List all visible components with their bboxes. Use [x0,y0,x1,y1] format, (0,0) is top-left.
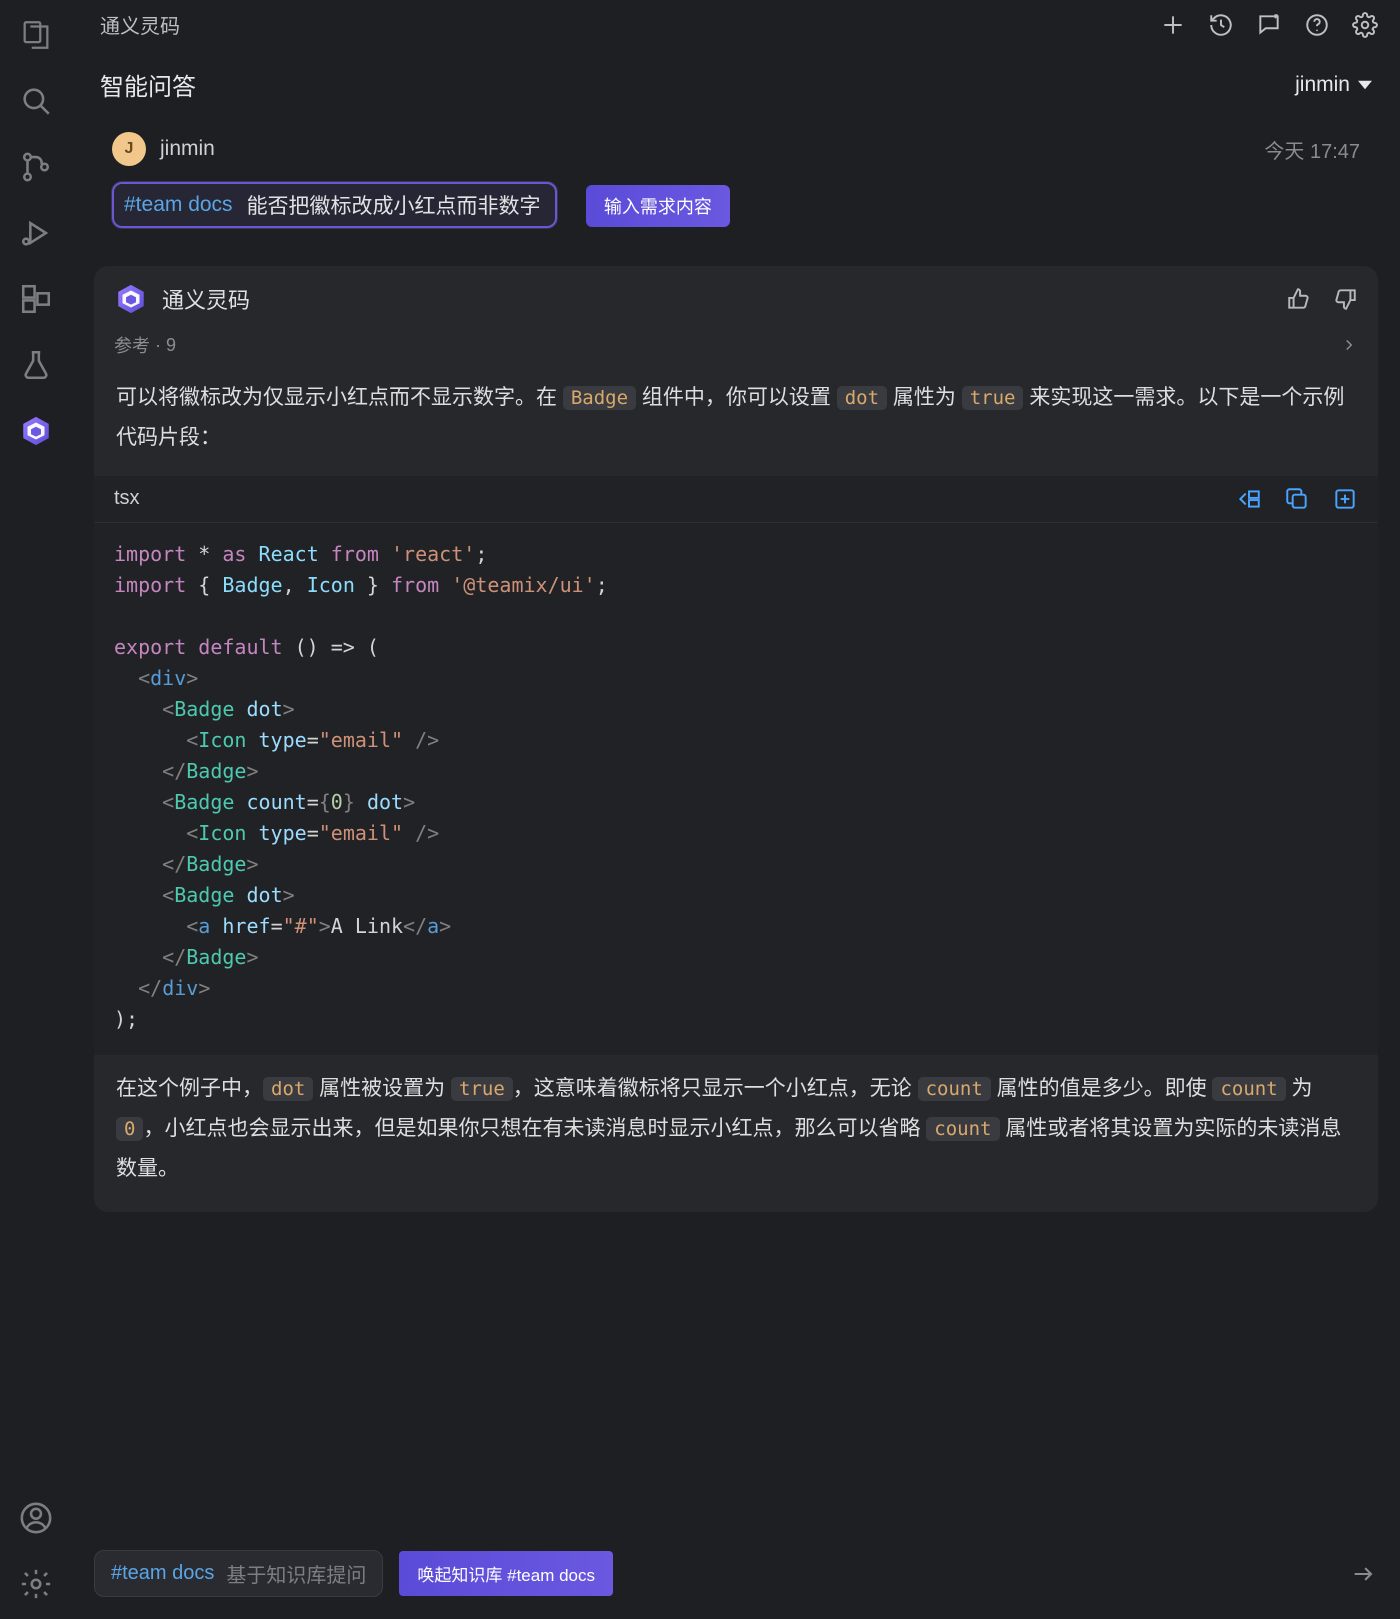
chat-scroll[interactable]: J jinmin 今天 17:47 #team docs 能否把徽标改成小红点而… [72,120,1400,1540]
testing-icon[interactable] [19,348,53,382]
panel-title: 通义灵码 [100,10,180,39]
tongyi-logo-icon [114,282,148,316]
ai-name: 通义灵码 [162,283,250,315]
references-row[interactable]: 参考 · 9 [94,316,1378,364]
inline-code: 0 [116,1117,143,1141]
chat-panel: 通义灵码 智能问答 jinmin J jinmin [72,0,1400,1619]
history-icon[interactable] [1208,12,1234,38]
insert-code-icon[interactable] [1236,486,1262,512]
new-file-icon[interactable] [1332,486,1358,512]
input-bar: #team docs 基于知识库提问 唤起知识库 #team docs [72,1540,1400,1619]
references-label: 参考 [114,332,150,358]
code-language-label: tsx [114,487,140,510]
run-debug-icon[interactable] [19,216,53,250]
send-icon[interactable] [1350,1560,1378,1588]
chevron-down-icon [1358,78,1372,92]
panel-header: 通义灵码 [72,0,1400,53]
user-dropdown[interactable]: jinmin [1295,73,1372,97]
input-context-tag: #team docs [111,1562,214,1585]
prompt-pill[interactable]: #team docs 能否把徽标改成小红点而非数字 [112,182,557,228]
thumbs-down-icon[interactable] [1332,286,1358,312]
user-dropdown-label: jinmin [1295,73,1350,97]
user-name: jinmin [160,137,215,161]
code-block: tsx import * as React from 'react'; impo… [94,476,1378,1055]
copy-code-icon[interactable] [1284,486,1310,512]
activity-bar [0,0,72,1619]
search-icon[interactable] [19,84,53,118]
context-tag: #team docs [124,193,233,217]
chevron-right-icon [1340,336,1358,354]
new-chat-icon[interactable] [1160,12,1186,38]
inline-code: count [1212,1077,1285,1101]
explorer-icon[interactable] [19,18,53,52]
feedback-icon[interactable] [1256,12,1282,38]
inline-code: count [918,1077,991,1101]
ai-message: 通义灵码 参考 · 9 可以将徽标改为仅显示小红点而不显示数字。在 Badge … [94,266,1378,1212]
inline-code: true [962,386,1024,410]
extensions-icon[interactable] [19,282,53,316]
user-message: J jinmin 今天 17:47 #team docs 能否把徽标改成小红点而… [94,120,1378,246]
settings-gear-icon[interactable] [19,1567,53,1601]
inline-code: count [926,1117,999,1141]
avatar: J [112,132,146,166]
inline-code: dot [263,1077,313,1101]
annotation-bubble: 输入需求内容 [586,185,730,227]
subheader-title: 智能问答 [100,67,196,102]
source-control-icon[interactable] [19,150,53,184]
chat-input[interactable]: #team docs 基于知识库提问 [94,1550,383,1597]
references-count: 9 [166,335,176,356]
input-annotation-bubble: 唤起知识库 #team docs [399,1551,613,1596]
help-icon[interactable] [1304,12,1330,38]
ai-paragraph-2: 在这个例子中，dot 属性被设置为 true，这意味着徽标将只显示一个小红点，无… [94,1055,1378,1193]
thumbs-up-icon[interactable] [1286,286,1312,312]
prompt-text: 能否把徽标改成小红点而非数字 [247,190,541,220]
inline-code: Badge [563,386,636,410]
subheader: 智能问答 jinmin [72,53,1400,120]
gear-icon[interactable] [1352,12,1378,38]
accounts-icon[interactable] [19,1501,53,1535]
ai-paragraph-1: 可以将徽标改为仅显示小红点而不显示数字。在 Badge 组件中，你可以设置 do… [94,364,1378,462]
inline-code: true [451,1077,513,1101]
tongyi-lingma-icon[interactable] [19,414,53,448]
input-placeholder: 基于知识库提问 [226,1559,366,1588]
message-timestamp: 今天 17:47 [1264,135,1360,164]
code-content[interactable]: import * as React from 'react'; import {… [94,523,1378,1055]
inline-code: dot [837,386,887,410]
